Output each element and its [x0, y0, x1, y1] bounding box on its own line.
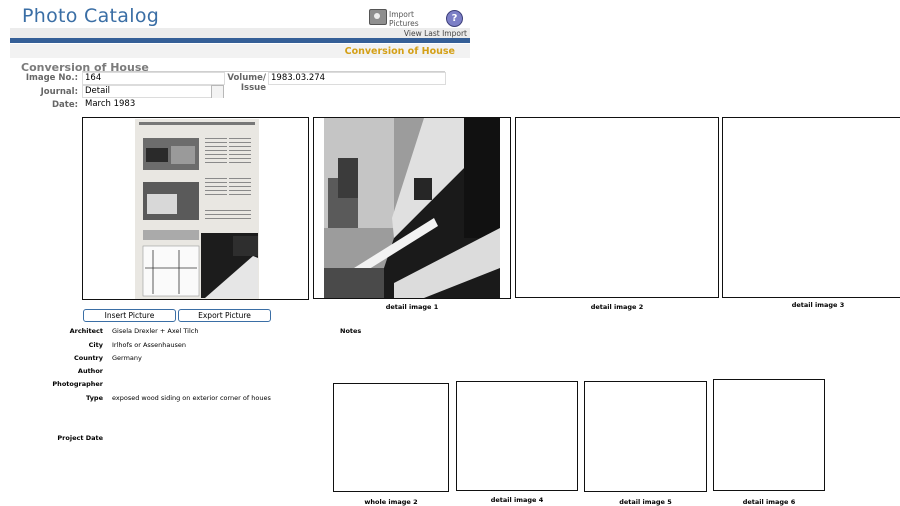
journal-label: Journal: [40, 87, 78, 97]
view-bar [10, 28, 470, 38]
city-value[interactable]: Irlhofs or Assenhausen [112, 341, 186, 349]
architect-value[interactable]: Gisela Drexler + Axel Tilch [112, 327, 198, 335]
type-label: Type [86, 394, 103, 402]
country-value[interactable]: Germany [112, 354, 142, 362]
detail-image-3-caption: detail image 3 [791, 301, 845, 309]
view-last-import-link[interactable]: View Last Import [404, 29, 467, 38]
photographer-label: Photographer [52, 380, 103, 388]
author-label: Author [77, 367, 103, 375]
detail-image-4-caption: detail image 4 [490, 496, 544, 504]
app-title: Photo Catalog [22, 5, 160, 27]
whole-image-2-caption: whole image 2 [364, 498, 418, 506]
journal-page-image [135, 119, 259, 299]
whole-image-2-frame[interactable] [333, 383, 449, 492]
notes-label: Notes [340, 327, 362, 335]
image-no-field[interactable]: 164 [82, 72, 225, 85]
detail-image-1-caption: detail image 1 [385, 303, 439, 311]
city-label: City [88, 341, 103, 349]
detail-image-5-caption: detail image 5 [619, 498, 672, 506]
help-icon[interactable]: ? [446, 10, 463, 27]
export-picture-button[interactable]: Export Picture [178, 309, 271, 322]
project-date-label: Project Date [57, 434, 103, 442]
detail-image-1-frame[interactable] [313, 117, 511, 299]
detail-image-4-frame[interactable] [456, 381, 578, 491]
detail-image-6-caption: detail image 6 [742, 498, 796, 506]
volume-issue-field[interactable]: 1983.03.274 [268, 72, 446, 85]
import-pictures-icon[interactable] [369, 9, 387, 25]
image-no-label: Image No.: [25, 73, 78, 83]
detail-image-1-photo [324, 118, 500, 298]
detail-image-5-frame[interactable] [584, 381, 707, 492]
import-pictures-button[interactable]: Import Pictures [389, 10, 429, 28]
header-divider [10, 38, 470, 43]
type-value[interactable]: exposed wood siding on exterior corner o… [112, 394, 271, 402]
insert-picture-button[interactable]: Insert Picture [83, 309, 176, 322]
date-field[interactable]: March 1983 [82, 98, 225, 111]
country-label: Country [73, 354, 103, 362]
record-header-title: Conversion of House [344, 46, 455, 57]
detail-image-3-frame[interactable] [722, 117, 900, 298]
detail-image-2-frame[interactable] [515, 117, 719, 298]
architect-label: Architect [69, 327, 103, 335]
date-label: Date: [51, 100, 78, 110]
detail-image-6-frame[interactable] [713, 379, 825, 491]
detail-image-2-caption: detail image 2 [590, 303, 644, 311]
journal-field[interactable]: Detail [82, 85, 213, 98]
volume-issue-label: Volume/ Issue [227, 73, 266, 93]
main-picture-frame[interactable] [82, 117, 309, 300]
